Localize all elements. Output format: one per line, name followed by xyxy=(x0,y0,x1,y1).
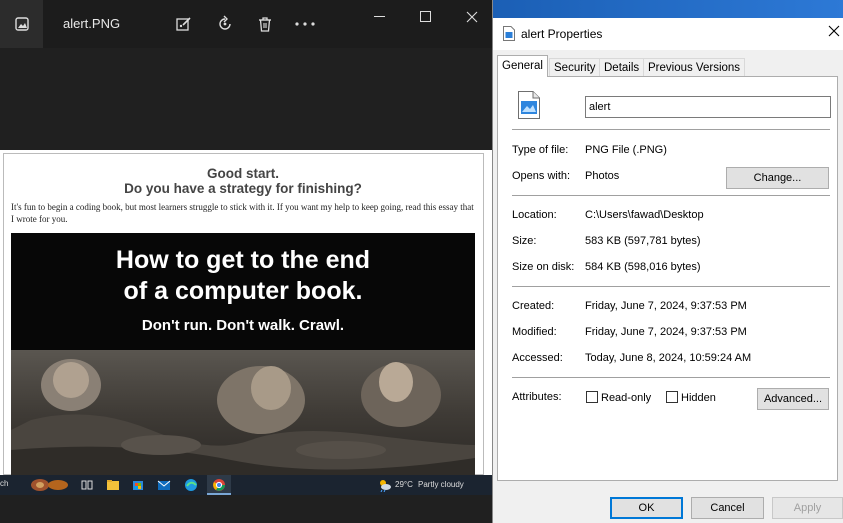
size-label: Size: xyxy=(512,235,537,247)
document-title-line2: Do you have a strategy for finishing? xyxy=(124,181,362,196)
photos-filename: alert.PNG xyxy=(63,16,121,31)
banner-heading-line1: How to get to the end xyxy=(115,246,371,274)
chrome-icon xyxy=(213,479,225,491)
apply-button[interactable]: Apply xyxy=(772,497,843,519)
opens-with-value: Photos xyxy=(585,170,620,182)
food-icon[interactable] xyxy=(30,478,72,492)
png-file-icon xyxy=(518,91,540,119)
change-button[interactable]: Change... xyxy=(726,167,829,189)
read-only-checkbox[interactable] xyxy=(586,391,598,403)
taskbar: ch 29°C Partly cloudy xyxy=(0,475,492,495)
more-icon[interactable] xyxy=(294,13,316,35)
banner-image: How to get to the end of a computer book… xyxy=(11,233,475,477)
accessed-label: Accessed: xyxy=(512,352,563,364)
location-value: C:\Users\fawad\Desktop xyxy=(585,209,704,221)
separator xyxy=(512,286,830,287)
modified-label: Modified: xyxy=(512,326,557,338)
separator xyxy=(512,195,830,196)
tab-general[interactable]: General xyxy=(497,55,548,77)
cancel-button[interactable]: Cancel xyxy=(691,497,764,519)
minimize-icon[interactable] xyxy=(369,8,391,26)
rotate-icon[interactable] xyxy=(214,13,236,35)
banner-subtitle: Don't run. Don't walk. Crawl. xyxy=(141,317,345,334)
mud-crawl-photo xyxy=(11,350,475,477)
advanced-button[interactable]: Advanced... xyxy=(757,388,829,410)
edge-icon[interactable] xyxy=(184,478,198,492)
document-title: Good start. Do you have a strategy for f… xyxy=(0,166,486,196)
maximize-icon[interactable] xyxy=(415,8,437,26)
created-value: Friday, June 7, 2024, 9:37:53 PM xyxy=(585,300,747,312)
opens-with-label: Opens with: xyxy=(512,170,571,182)
chrome-taskbar-button[interactable] xyxy=(207,475,231,495)
size-on-disk-value: 584 KB (598,016 bytes) xyxy=(585,261,701,273)
mail-icon[interactable] xyxy=(157,478,171,492)
type-value: PNG File (.PNG) xyxy=(585,144,667,156)
file-name-input[interactable]: alert xyxy=(585,96,831,118)
task-view-icon[interactable] xyxy=(80,478,94,492)
dialog-close-icon[interactable] xyxy=(828,24,843,42)
file-icon xyxy=(503,26,515,41)
tab-details[interactable]: Details xyxy=(599,58,645,76)
dialog-titlebar: alert Properties xyxy=(493,18,843,50)
banner-heading: How to get to the end of a computer book… xyxy=(11,245,475,307)
type-label: Type of file: xyxy=(512,144,569,156)
document-paragraph: It's fun to begin a coding book, but mos… xyxy=(11,202,474,224)
tab-security[interactable]: Security xyxy=(549,58,601,76)
desktop-background xyxy=(493,0,843,18)
hidden-label: Hidden xyxy=(681,392,716,404)
photos-app-icon[interactable] xyxy=(0,0,43,48)
banner-heading-line2: of a computer book. xyxy=(123,277,363,305)
separator xyxy=(512,129,830,130)
close-icon[interactable] xyxy=(461,8,483,26)
taskbar-weather: Partly cloudy xyxy=(418,480,464,489)
size-on-disk-label: Size on disk: xyxy=(512,261,575,273)
document-title-line1: Good start. xyxy=(206,166,279,181)
size-value: 583 KB (597,781 bytes) xyxy=(585,235,701,247)
image-canvas: Good start. Do you have a strategy for f… xyxy=(0,150,492,477)
photos-titlebar: alert.PNG xyxy=(0,0,492,48)
read-only-label: Read-only xyxy=(601,392,652,404)
delete-icon[interactable] xyxy=(254,13,276,35)
file-explorer-icon[interactable] xyxy=(106,478,120,492)
attributes-label: Attributes: xyxy=(512,391,562,403)
accessed-value: Today, June 8, 2024, 10:59:24 AM xyxy=(585,352,752,364)
weather-icon[interactable] xyxy=(378,478,392,492)
location-label: Location: xyxy=(512,209,557,221)
tab-previous-versions[interactable]: Previous Versions xyxy=(643,58,746,76)
taskbar-temperature: 29°C xyxy=(395,480,413,489)
created-label: Created: xyxy=(512,300,555,312)
edit-icon[interactable] xyxy=(173,13,195,35)
modified-value: Friday, June 7, 2024, 9:37:53 PM xyxy=(585,326,747,338)
dialog-title: alert Properties xyxy=(521,27,603,41)
ok-button[interactable]: OK xyxy=(610,497,683,519)
general-tab-panel xyxy=(497,76,838,481)
separator xyxy=(512,377,830,378)
hidden-checkbox[interactable] xyxy=(666,391,678,403)
photos-window: alert.PNG Good start. Do you have a stra… xyxy=(0,0,492,523)
taskbar-search-fragment: ch xyxy=(0,479,9,488)
store-icon[interactable] xyxy=(131,478,145,492)
